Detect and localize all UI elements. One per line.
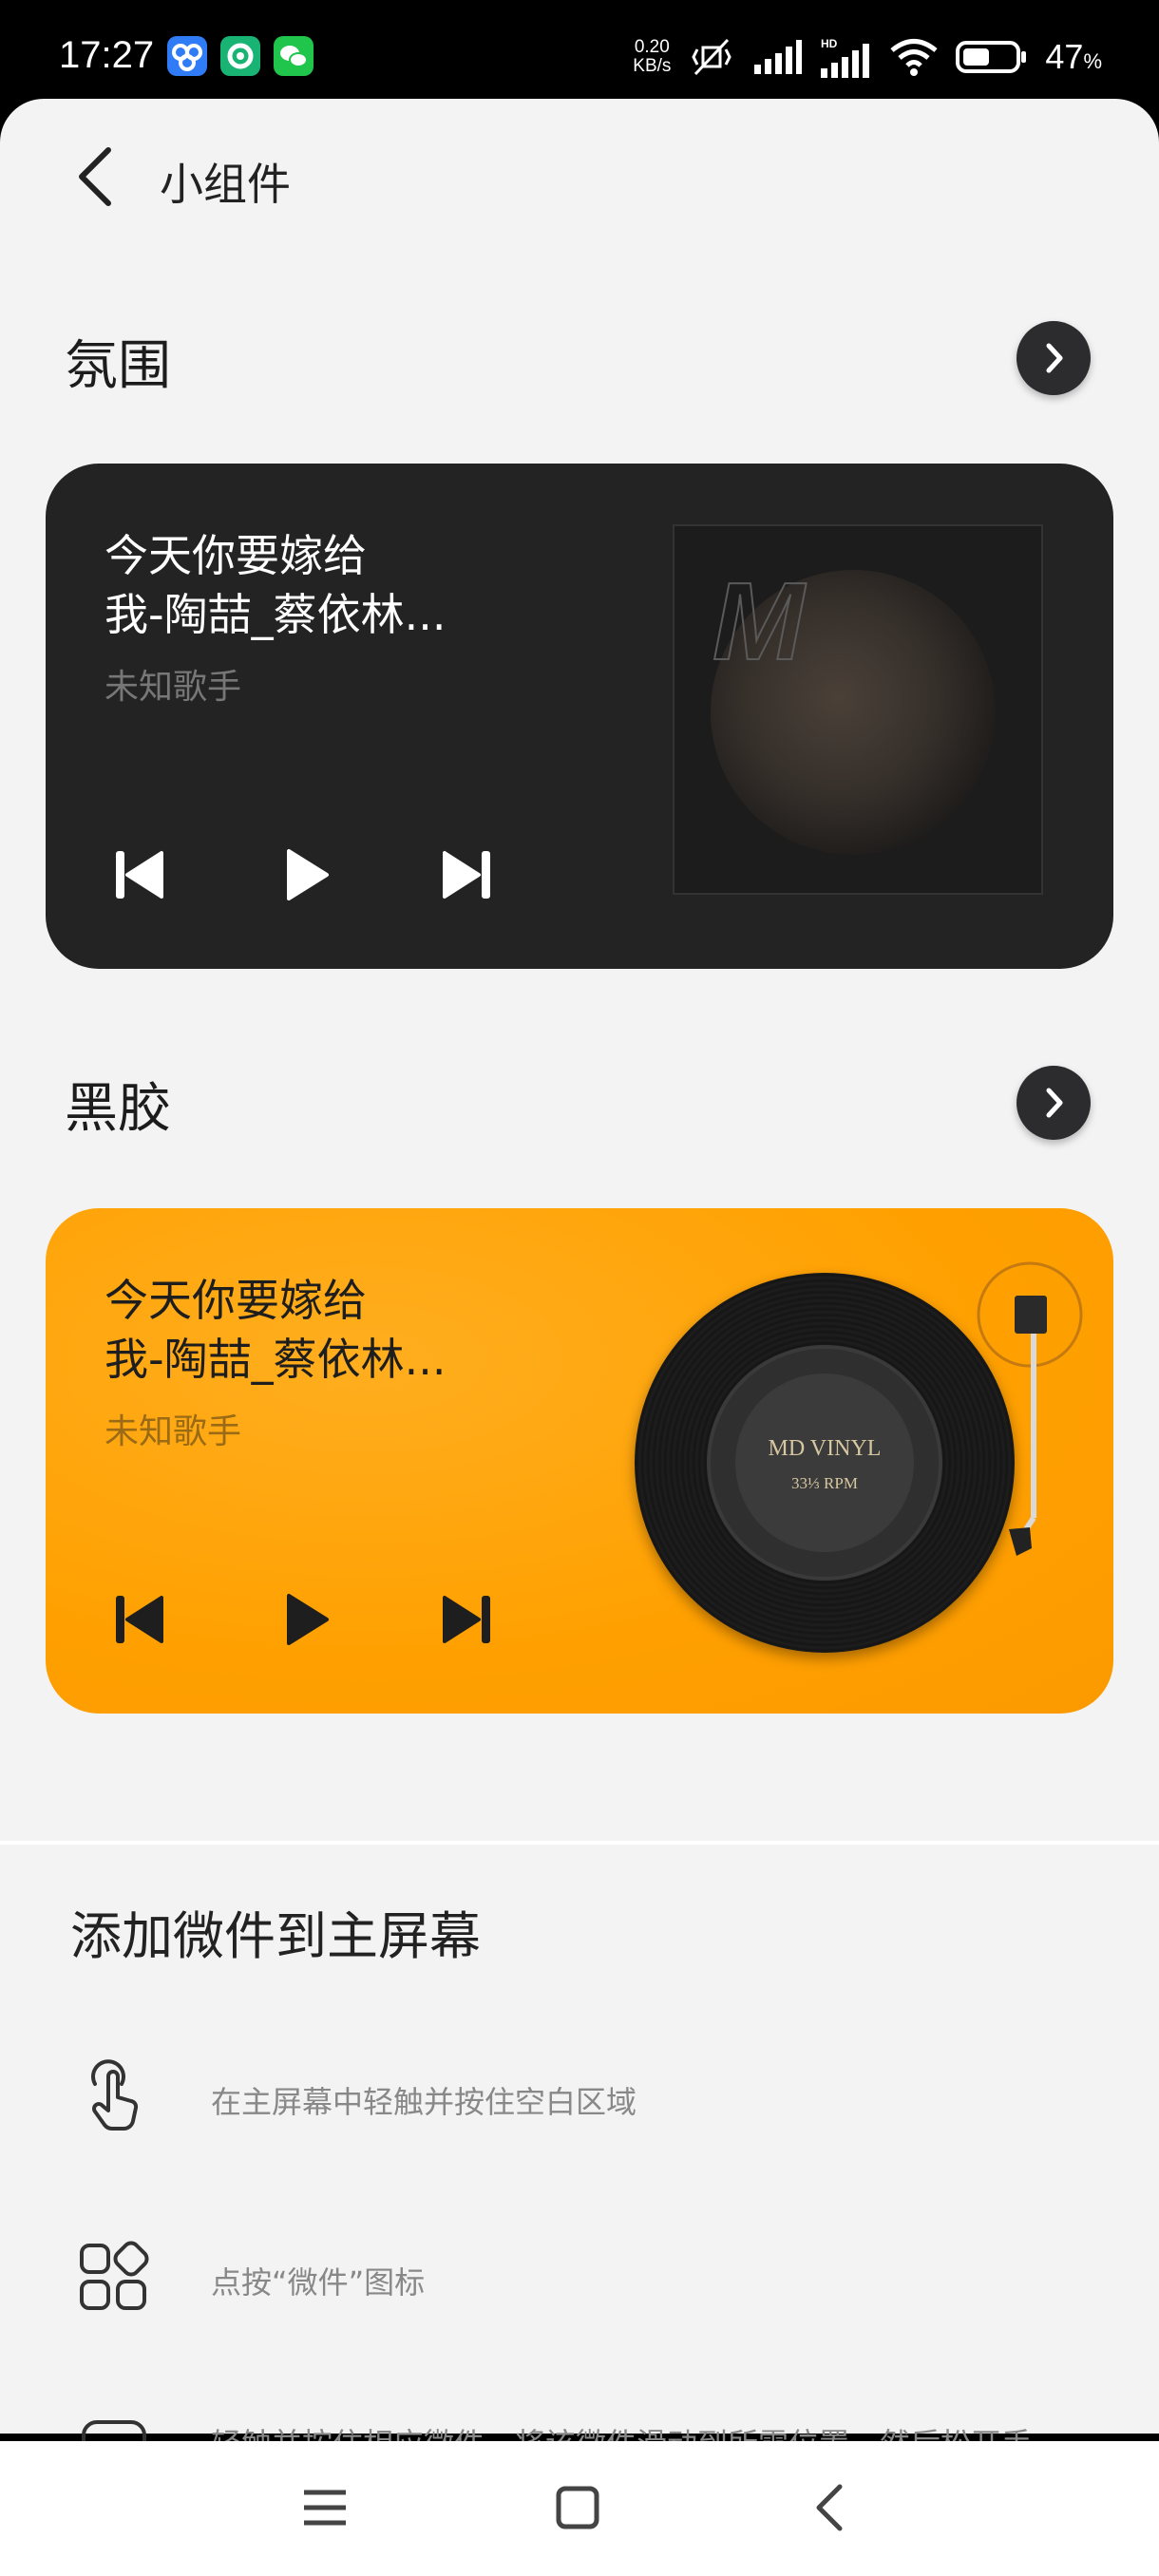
battery-percent: 47% — [1045, 37, 1102, 76]
previous-track-icon[interactable] — [104, 842, 171, 908]
next-track-icon[interactable] — [435, 1586, 502, 1653]
chevron-right-icon — [1046, 1088, 1063, 1118]
atmosphere-more-button[interactable] — [1016, 321, 1091, 395]
baidu-netdisk-icon — [167, 36, 207, 76]
album-logo: M — [712, 564, 808, 669]
section-title-vinyl: 黑胶 — [65, 1078, 171, 1140]
wifi-icon — [890, 39, 938, 76]
vinyl-more-button[interactable] — [1016, 1066, 1091, 1140]
status-bar: 17:27 0.20 KB/s HD 47% — [0, 0, 1159, 104]
network-speed: 0.20 KB/s — [633, 37, 672, 76]
back-arrow-icon[interactable] — [66, 142, 124, 211]
step-2-text: 点按“微件”图标 — [211, 2264, 426, 2301]
menu-icon[interactable] — [287, 2470, 363, 2546]
vinyl-label: MD VINYL 33⅓ RPM — [707, 1345, 942, 1581]
play-icon[interactable] — [272, 1586, 338, 1653]
touch-hand-icon — [91, 2059, 139, 2131]
wechat-icon — [274, 36, 314, 76]
svg-text:M: M — [712, 564, 807, 669]
instructions-title: 添加微件到主屏幕 — [70, 1906, 481, 1966]
tonearm-icon — [977, 1261, 1083, 1556]
mute-vibrate-icon — [692, 38, 732, 76]
back-icon[interactable] — [792, 2470, 868, 2546]
atmosphere-widget-card[interactable]: 今天你要嫁给 我-陶喆_蔡依林... 未知歌手 M — [46, 464, 1113, 969]
artist-name: 未知歌手 — [104, 1412, 242, 1451]
battery-icon — [956, 41, 1027, 73]
instructions-panel: 添加微件到主屏幕 在主屏幕中轻触并按住空白区域 点按“微件”图标 轻触并按住相应… — [0, 1845, 1159, 2485]
artist-name: 未知歌手 — [104, 668, 242, 707]
song-title: 今天你要嫁给 我-陶喆_蔡依林... — [104, 530, 446, 640]
widgets-grid-icon — [80, 2241, 149, 2310]
svg-text:HD: HD — [821, 37, 838, 50]
clock: 17:27 — [59, 34, 155, 76]
previous-track-icon[interactable] — [104, 1586, 171, 1653]
step-1-text: 在主屏幕中轻触并按住空白区域 — [211, 2084, 637, 2120]
song-title: 今天你要嫁给 我-陶喆_蔡依林... — [104, 1275, 446, 1385]
home-icon[interactable] — [540, 2470, 616, 2546]
vinyl-widget-card[interactable]: 今天你要嫁给 我-陶喆_蔡依林... 未知歌手 MD VINYL 33⅓ RPM — [46, 1208, 1113, 1714]
navigation-bar — [0, 2441, 1159, 2576]
next-track-icon[interactable] — [435, 842, 502, 908]
chevron-right-icon — [1046, 343, 1063, 373]
page-title: 小组件 — [160, 159, 291, 210]
hd-signal-icon: HD — [821, 37, 870, 78]
signal-icon — [754, 40, 803, 74]
section-title-atmosphere: 氛围 — [65, 335, 171, 397]
album-cover: M — [673, 524, 1043, 895]
vinyl-record: MD VINYL 33⅓ RPM — [635, 1273, 1015, 1653]
play-icon[interactable] — [272, 842, 338, 908]
green-app-icon — [220, 36, 260, 76]
